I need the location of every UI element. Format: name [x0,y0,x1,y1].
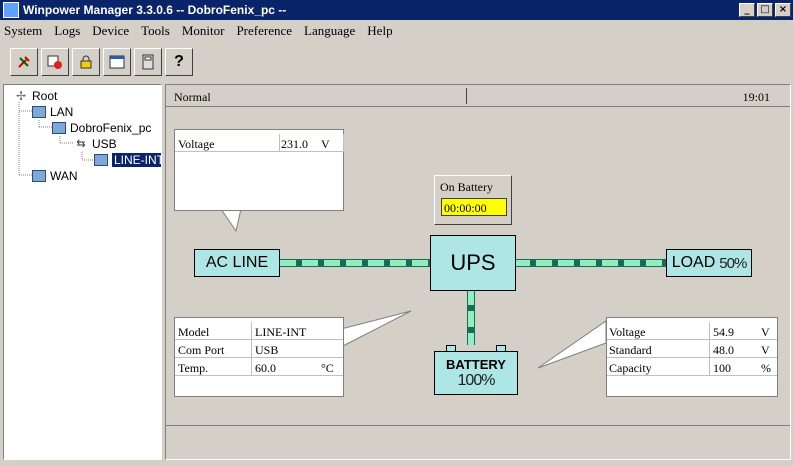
lock-icon [80,55,92,69]
root-icon: ✢ [15,89,27,103]
info-value: USB [255,343,279,357]
info-unit: °C [321,361,334,375]
usb-icon: ⇆ [76,138,86,150]
ac-line-box: AC LINE [194,249,280,277]
toolbar: ? [0,46,196,78]
battery-row-label: Capacity [609,361,652,375]
ups-label: UPS [450,250,496,275]
schedule-icon [47,55,62,69]
ac-line-label: AC LINE [205,254,269,271]
on-battery-timer: 00:00:00 [441,198,507,216]
computer-icon [52,122,66,134]
tree-device-label: LINE-INT [112,153,161,167]
tree-usb-label: USB [92,137,117,151]
tree-device[interactable]: LINE-INT [94,153,161,167]
load-percent: 50% [719,254,747,272]
menu-help[interactable]: Help [367,23,392,39]
menu-system[interactable]: System [4,23,42,39]
lock-button[interactable] [72,48,100,76]
battery-row: Voltage 54.9 V [607,322,777,340]
battery-box: BATTERY 100% [434,345,518,395]
battery-info-panel: Voltage 54.9 V Standard 48.0 V Capacity … [606,317,778,397]
battery-percent: 100% [457,371,496,389]
ups-icon [94,154,108,166]
tree-pc[interactable]: DobroFenix_pc [52,121,151,135]
ups-info-panel: Model LINE-INT Com Port USB Temp. 60.0 °… [174,317,344,397]
maximize-button[interactable]: □ [757,3,773,17]
wrench-button[interactable] [10,48,38,76]
battery-row-value: 100 [713,361,731,375]
battery-row: Capacity 100 % [607,358,777,376]
network-icon [32,106,46,118]
battery-row-value: 54.9 [713,325,734,339]
battery-label: BATTERY [446,356,506,372]
tree-root[interactable]: ✢ Root [14,89,57,103]
load-line-connector [514,259,666,267]
ups-box: UPS [430,235,516,291]
info-row: Model LINE-INT [175,322,343,340]
info-row: Temp. 60.0 °C [175,358,343,376]
bottom-bar [166,425,790,459]
minimize-button[interactable]: _ [739,3,755,17]
config-icon [109,55,125,69]
info-value: LINE-INT [255,325,307,339]
config-button[interactable] [103,48,131,76]
app-icon [3,2,19,18]
battery-row-value: 48.0 [713,343,734,357]
battery-line-connector [467,289,475,345]
info-label: Com Port [178,343,225,357]
calculator-icon [142,54,154,70]
battery-row-label: Voltage [609,325,646,339]
battery-row-unit: V [761,343,770,357]
voltage-unit: V [321,137,330,151]
battery-row: Standard 48.0 V [607,340,777,358]
battery-row-unit: V [761,325,770,339]
window-title: Winpower Manager 3.3.0.6 -- DobroFenix_p… [23,3,287,17]
voltage-value: 231.0 [281,137,308,151]
tree-lan[interactable]: LAN [32,105,73,119]
menu-device[interactable]: Device [92,23,129,39]
info-label: Model [178,325,210,339]
calculator-button[interactable] [134,48,162,76]
tree-wan[interactable]: WAN [32,169,78,183]
tree-usb[interactable]: ⇆ USB [74,137,117,151]
ac-line-connector [280,259,430,267]
info-value: 60.0 [255,361,276,375]
tree-lan-label: LAN [50,105,74,119]
on-battery-label: On Battery [440,180,493,194]
help-icon: ? [174,53,184,70]
load-box: LOAD 50% [666,249,752,277]
battery-row-unit: % [761,361,771,375]
voltage-panel: Voltage 231.0 V [174,129,344,211]
wrench-icon [18,56,30,68]
voltage-row: Voltage 231.0 V [175,134,343,152]
load-label: LOAD [671,254,716,271]
menu-bar: System Logs Device Tools Monitor Prefere… [0,20,793,42]
network-icon [32,170,46,182]
on-battery-box: On Battery 00:00:00 [434,175,512,225]
menu-language[interactable]: Language [304,23,355,39]
help-button[interactable]: ? [165,48,193,76]
info-label: Temp. [178,361,209,375]
info-row: Com Port USB [175,340,343,358]
close-button[interactable]: × [775,3,791,17]
tree-root-label: Root [32,89,58,103]
menu-monitor[interactable]: Monitor [182,23,225,39]
menu-logs[interactable]: Logs [54,23,80,39]
menu-tools[interactable]: Tools [141,23,170,39]
voltage-label: Voltage [178,137,215,151]
menu-preference[interactable]: Preference [236,23,292,39]
battery-row-label: Standard [609,343,652,357]
tree-wan-label: WAN [50,169,78,183]
monitor-panel: Normal 19:01 Voltage 231.0 V On Battery … [165,84,791,460]
title-bar: Winpower Manager 3.3.0.6 -- DobroFenix_p… [0,0,793,20]
device-tree: ✢ Root LAN DobroFenix_pc ⇆ USB LINE-INT WA… [3,84,162,460]
tree-pc-label: DobroFenix_pc [70,121,152,135]
schedule-button[interactable] [41,48,69,76]
